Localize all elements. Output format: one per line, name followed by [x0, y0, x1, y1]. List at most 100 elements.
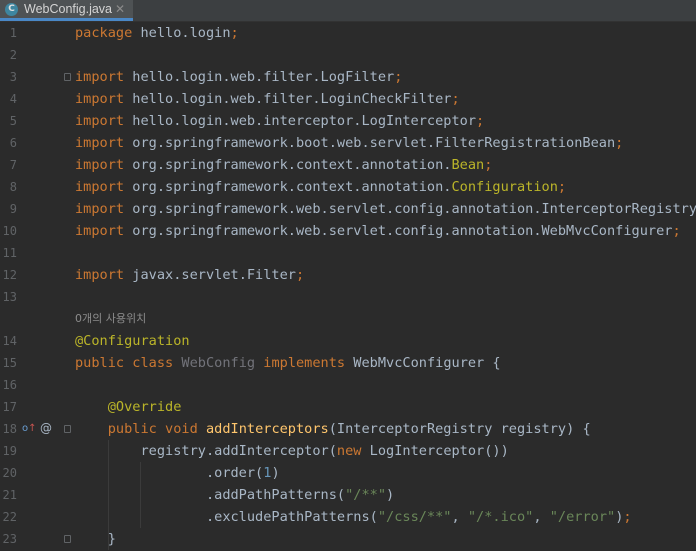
implements-method-icon[interactable]: o↑	[22, 424, 37, 434]
line-number: 4	[9, 92, 17, 106]
code-token: )	[271, 465, 280, 481]
code-token: ;	[451, 91, 460, 107]
fold-toggle-icon[interactable]	[64, 73, 71, 81]
code-token: hello.login.web.interceptor.LogIntercept…	[132, 113, 477, 129]
usages-hint-text: 0개의 사용위치	[75, 312, 147, 325]
code-text: import hello.login.web.interceptor.LogIn…	[75, 110, 484, 132]
line-number: 9	[9, 202, 17, 216]
code-token: org.springframework.context.annotation.	[132, 179, 452, 195]
code-token: package	[75, 25, 141, 41]
line-number: 15	[2, 356, 17, 370]
line-number: 16	[2, 378, 17, 392]
code-line[interactable]: 5 import hello.login.web.interceptor.LogI…	[0, 110, 696, 132]
code-token: ;	[476, 113, 485, 129]
code-line[interactable]: 2	[0, 44, 696, 66]
code-line[interactable]: 7 import org.springframework.context.anno…	[0, 154, 696, 176]
code-line[interactable]: 21 .addPathPatterns("/**")	[0, 484, 696, 506]
code-text: @Configuration	[75, 330, 190, 352]
code-line[interactable]: 22 .excludePathPatterns("/css/**", "/*.i…	[0, 506, 696, 528]
code-line[interactable]: 3 import hello.login.web.filter.LogFilter…	[0, 66, 696, 88]
code-line[interactable]: 15 public class WebConfig implements WebM…	[0, 352, 696, 374]
code-token: import	[75, 69, 133, 85]
code-token: implements	[255, 355, 354, 371]
code-line[interactable]: 12 import javax.servlet.Filter;	[0, 264, 696, 286]
code-text: import hello.login.web.filter.LoginCheck…	[75, 88, 460, 110]
tab-webconfig-java[interactable]: C WebConfig.java ✕	[0, 0, 133, 21]
code-token: org.springframework.web.servlet.config.a…	[132, 201, 696, 217]
code-token: .order(	[75, 465, 264, 481]
code-token: @Configuration	[75, 333, 190, 349]
tab-title: WebConfig.java	[24, 2, 113, 16]
code-line[interactable]: 19 registry.addInterceptor(new LogInterc…	[0, 440, 696, 462]
code-token: import	[75, 157, 133, 173]
code-token: org.springframework.boot.web.servlet.Fil…	[132, 135, 616, 151]
code-text: import org.springframework.web.servlet.c…	[75, 220, 681, 242]
line-number: 21	[2, 488, 17, 502]
code-token: ;	[557, 179, 567, 195]
code-token: .addPathPatterns(	[75, 487, 346, 503]
line-number: 2	[9, 48, 17, 62]
code-token: public class	[75, 355, 182, 371]
fold-toggle-icon[interactable]	[64, 535, 71, 543]
line-number: 19	[2, 444, 17, 458]
code-line[interactable]: 10 import org.springframework.web.servlet…	[0, 220, 696, 242]
code-line[interactable]: 16	[0, 374, 696, 396]
code-line[interactable]: 8 import org.springframework.context.anno…	[0, 176, 696, 198]
code-line[interactable]: 11	[0, 242, 696, 264]
override-annotation-icon[interactable]: @	[40, 422, 52, 434]
line-number: 17	[2, 400, 17, 414]
line-number: 8	[9, 180, 17, 194]
line-number: 1	[9, 26, 17, 40]
code-text: }	[75, 528, 116, 550]
code-token: import	[75, 91, 133, 107]
code-text: import org.springframework.context.annot…	[75, 154, 492, 176]
close-tab-icon[interactable]: ✕	[115, 2, 125, 16]
code-line[interactable]: 17 @Override	[0, 396, 696, 418]
code-token: "/*.ico"	[467, 509, 534, 525]
code-text: registry.addInterceptor(new LogIntercept…	[75, 440, 509, 462]
line-number: 12	[2, 268, 17, 282]
usages-inlay-hint[interactable]: 0개의 사용위치	[0, 308, 696, 330]
code-text: package hello.login;	[75, 22, 239, 44]
fold-toggle-icon[interactable]	[64, 425, 71, 433]
code-token: ,	[533, 509, 550, 525]
line-number: 18	[2, 422, 17, 436]
code-token: org.springframework.web.servlet.config.a…	[132, 223, 673, 239]
code-line[interactable]: 6 import org.springframework.boot.web.ser…	[0, 132, 696, 154]
code-token: (InterceptorRegistry registry) {	[328, 421, 591, 437]
code-text: .addPathPatterns("/**")	[75, 484, 394, 506]
code-token: import	[75, 267, 133, 283]
code-token: ;	[295, 267, 305, 283]
code-token: registry.addInterceptor(	[75, 443, 337, 459]
line-number: 13	[2, 290, 17, 304]
code-line[interactable]: 9 import org.springframework.web.servlet.…	[0, 198, 696, 220]
editor-tab-bar: C WebConfig.java ✕	[0, 0, 696, 22]
code-token: import	[75, 179, 133, 195]
code-line[interactable]: 4 import hello.login.web.filter.LoginChec…	[0, 88, 696, 110]
line-number: 14	[2, 334, 17, 348]
code-token: hello.login.web.filter.LogFilter	[132, 69, 395, 85]
line-number: 7	[9, 158, 17, 172]
code-text: .excludePathPatterns("/css/**", "/*.ico"…	[75, 506, 632, 528]
code-token: WebConfig	[181, 355, 256, 371]
code-token: @Override	[107, 399, 182, 415]
code-token: }	[75, 531, 116, 547]
code-text: public void addInterceptors(InterceptorR…	[75, 418, 591, 440]
code-editor[interactable]: 0개의 사용위치 1 package hello.login; 2 3 import he…	[0, 22, 696, 551]
code-token: "/css/**"	[377, 509, 452, 525]
code-line[interactable]: 14 @Configuration	[0, 330, 696, 352]
code-line[interactable]: 1 package hello.login;	[0, 22, 696, 44]
code-token: public void	[107, 421, 206, 437]
code-token: LogInterceptor())	[369, 443, 509, 459]
code-line[interactable]: 23 }	[0, 528, 696, 550]
code-token: Configuration	[451, 179, 558, 195]
code-token: import	[75, 113, 133, 129]
code-line[interactable]: 20 .order(1)	[0, 462, 696, 484]
code-token: addInterceptors	[205, 421, 329, 437]
code-line[interactable]: 13	[0, 286, 696, 308]
line-number: 20	[2, 466, 17, 480]
code-line[interactable]: 18 public void addInterceptors(Intercept…	[0, 418, 696, 440]
code-token: ,	[451, 509, 468, 525]
